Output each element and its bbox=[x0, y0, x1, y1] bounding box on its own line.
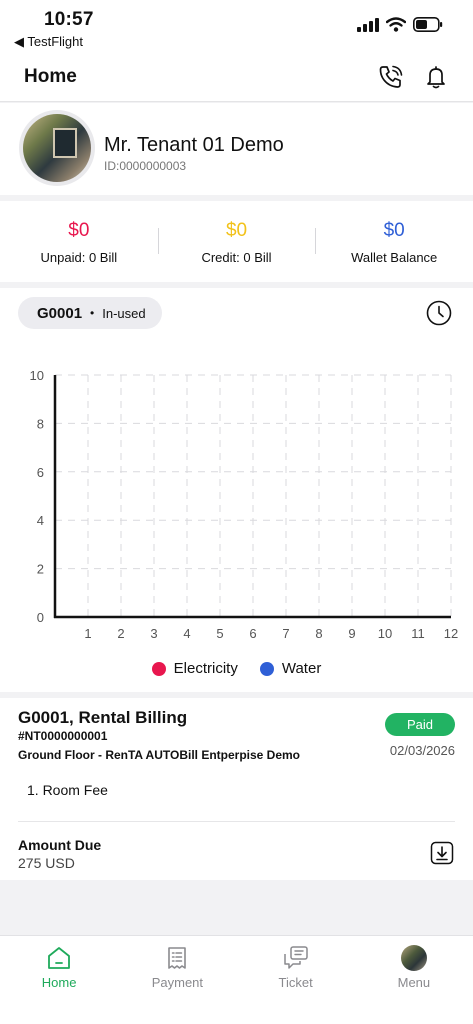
receipt-icon bbox=[168, 947, 187, 969]
wallet-balance[interactable]: $0 Wallet Balance bbox=[315, 201, 473, 282]
y-tick-label: 2 bbox=[37, 562, 44, 577]
legend-label-water: Water bbox=[281, 660, 322, 677]
unpaid-balance[interactable]: $0 Unpaid: 0 Bill bbox=[0, 201, 158, 282]
tenant-id: ID:0000000003 bbox=[104, 159, 187, 173]
bill-card[interactable]: G0001, Rental Billing #NT0000000001 Grou… bbox=[0, 698, 473, 880]
legend-item-electricity[interactable]: Electricity bbox=[151, 660, 238, 677]
status-time: 10:57 bbox=[44, 9, 94, 30]
amount-due-value: 275 USD bbox=[18, 855, 75, 871]
bell-icon[interactable] bbox=[423, 64, 449, 90]
x-tick-label: 7 bbox=[282, 626, 289, 641]
unpaid-amount: $0 bbox=[68, 220, 90, 241]
page-title: Home bbox=[24, 66, 77, 87]
bottom-tab-bar: Home Payment Ticket Menu bbox=[0, 935, 473, 1024]
x-tick-label: 8 bbox=[315, 626, 322, 641]
x-tick-label: 2 bbox=[117, 626, 124, 641]
back-to-testflight[interactable]: ◀ TestFlight bbox=[14, 34, 83, 50]
x-tick-label: 5 bbox=[216, 626, 223, 641]
tab-payment[interactable]: Payment bbox=[118, 936, 236, 1024]
credit-label: Credit: 0 Bill bbox=[201, 250, 272, 265]
credit-amount: $0 bbox=[225, 220, 248, 241]
meter-dot: • bbox=[90, 306, 95, 320]
legend-item-water[interactable]: Water bbox=[259, 660, 322, 677]
profile-card[interactable]: Mr. Tenant 01 Demo ID:0000000003 bbox=[0, 103, 473, 195]
meter-status: In-used bbox=[102, 305, 146, 321]
x-tick-label: 1 bbox=[84, 626, 91, 641]
amount-due-label: Amount Due bbox=[18, 837, 102, 853]
x-tick-label: 6 bbox=[249, 626, 256, 641]
divider bbox=[18, 821, 455, 822]
x-tick-label: 9 bbox=[348, 626, 355, 641]
avatar-image bbox=[23, 114, 91, 182]
app-header: Home bbox=[0, 52, 473, 102]
meter-usage-card: G0001 • In-used 0 2 4 6 8 10 1 2 3 4 5 6 7 8 9 10 11 12 E… bbox=[0, 288, 473, 692]
y-tick-label: 0 bbox=[37, 610, 44, 625]
y-tick-label: 4 bbox=[37, 513, 44, 528]
paid-status-badge: Paid bbox=[385, 713, 455, 736]
bill-line-item: 1. Room Fee bbox=[27, 782, 108, 798]
bill-date: 02/03/2026 bbox=[389, 743, 455, 758]
bill-title: G0001, Rental Billing bbox=[18, 708, 188, 727]
usage-chart: 02468101 2 3 4 5 6 7 8 9 10 11 12 bbox=[30, 368, 459, 641]
meter-selector[interactable]: G0001 • In-used bbox=[18, 297, 162, 329]
avatar[interactable] bbox=[19, 110, 95, 186]
wallet-label: Wallet Balance bbox=[351, 250, 438, 265]
y-tick-label: 10 bbox=[30, 368, 44, 383]
x-tick-label: 12 bbox=[444, 626, 458, 641]
ticket-chat-icon bbox=[283, 946, 308, 969]
status-bar: 10:57 ◀ TestFlight bbox=[0, 0, 473, 52]
tab-ticket-label: Ticket bbox=[278, 975, 313, 990]
phone-icon[interactable] bbox=[377, 63, 405, 91]
tab-menu[interactable]: Menu bbox=[355, 936, 473, 1024]
status-icons bbox=[357, 17, 443, 32]
x-tick-label: 10 bbox=[378, 626, 392, 641]
battery-icon bbox=[413, 17, 443, 32]
signal-icon bbox=[357, 17, 379, 32]
bill-number: #NT0000000001 bbox=[18, 729, 108, 743]
chart-legend: Electricity Water bbox=[0, 660, 473, 677]
unpaid-label: Unpaid: 0 Bill bbox=[40, 250, 118, 265]
x-tick-label: 4 bbox=[183, 626, 190, 641]
avatar bbox=[400, 945, 427, 971]
home-icon bbox=[48, 947, 71, 969]
balance-summary: $0 Unpaid: 0 Bill $0 Credit: 0 Bill $0 W… bbox=[0, 201, 473, 282]
legend-dot-water bbox=[259, 661, 274, 676]
y-tick-label: 8 bbox=[37, 416, 44, 431]
legend-label-electricity: Electricity bbox=[173, 660, 238, 677]
tab-payment-label: Payment bbox=[151, 975, 204, 990]
credit-balance[interactable]: $0 Credit: 0 Bill bbox=[157, 201, 316, 282]
meter-code: G0001 bbox=[37, 304, 83, 322]
x-tick-label: 3 bbox=[150, 626, 157, 641]
tenant-name: Mr. Tenant 01 Demo bbox=[104, 134, 284, 156]
tab-home[interactable]: Home bbox=[0, 936, 118, 1024]
x-tick-label: 11 bbox=[411, 626, 425, 641]
bill-location: Ground Floor - RenTA AUTOBill Entperpise… bbox=[18, 748, 301, 762]
tab-menu-label: Menu bbox=[397, 975, 431, 990]
legend-dot-electricity bbox=[151, 661, 166, 676]
wallet-amount: $0 bbox=[383, 220, 405, 241]
tab-ticket[interactable]: Ticket bbox=[237, 936, 355, 1024]
download-icon[interactable] bbox=[430, 841, 454, 865]
tab-home-label: Home bbox=[41, 975, 77, 990]
y-tick-label: 6 bbox=[37, 465, 44, 480]
wifi-icon bbox=[386, 17, 406, 32]
clock-icon[interactable] bbox=[425, 299, 453, 327]
